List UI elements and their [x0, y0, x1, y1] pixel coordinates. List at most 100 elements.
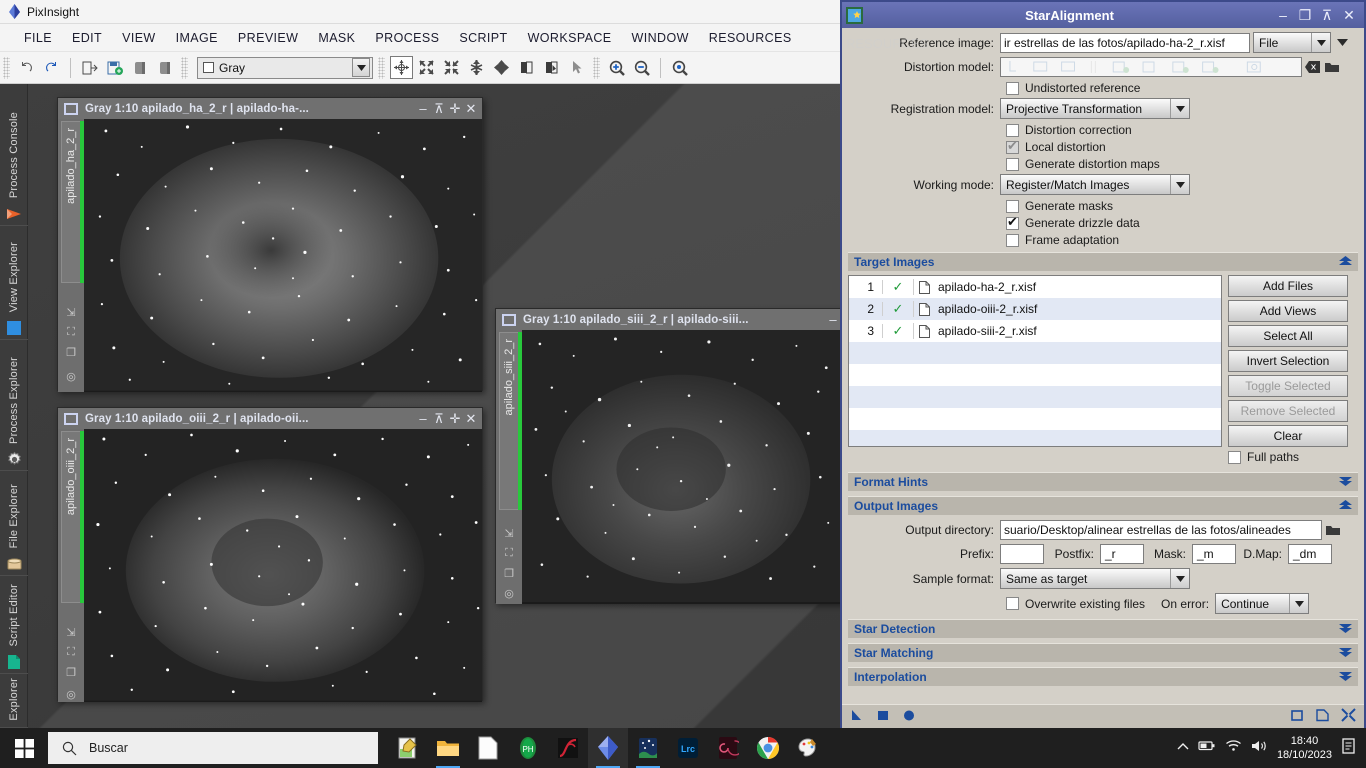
- taskbar-search[interactable]: Buscar: [48, 732, 378, 764]
- section-output-images[interactable]: Output Images: [848, 496, 1358, 515]
- overwrite-existing-files-checkbox[interactable]: [1006, 597, 1019, 610]
- generate-masks-row[interactable]: Generate masks: [1006, 199, 1358, 213]
- apply-triangle-icon[interactable]: [850, 708, 864, 727]
- crop-icon[interactable]: ⇲: [63, 305, 79, 320]
- image-window-ha-titlebar[interactable]: Gray 1:10 apilado_ha_2_r | apilado-ha-..…: [58, 98, 482, 119]
- row-check-icon[interactable]: ✓: [883, 279, 914, 295]
- fit-vertical-icon[interactable]: [465, 56, 488, 79]
- full-paths-checkbox[interactable]: [1228, 450, 1241, 464]
- view-selector[interactable]: Gray: [197, 56, 373, 79]
- browse-documentation-icon[interactable]: [1290, 708, 1304, 727]
- toolbar-grip-2[interactable]: [181, 56, 188, 79]
- collapse-icon[interactable]: [1339, 255, 1352, 269]
- target-icon[interactable]: ◎: [501, 586, 517, 601]
- image-window-siii-titlebar[interactable]: Gray 1:10 apilado_siii_2_r | apilado-sii…: [496, 309, 844, 330]
- sample-format-combo[interactable]: Same as target: [1000, 568, 1190, 589]
- sidebar-item-explorer[interactable]: Explorer: [0, 674, 28, 728]
- sidebar-item-script-editor[interactable]: Script Editor: [0, 576, 28, 675]
- target-icon[interactable]: ◎: [63, 369, 79, 384]
- chevron-down-icon[interactable]: [1289, 594, 1309, 613]
- duplicate-icon[interactable]: ❐: [501, 566, 517, 581]
- notifications-icon[interactable]: [1341, 737, 1358, 760]
- chevron-down-icon[interactable]: [1311, 33, 1330, 52]
- menu-file[interactable]: FILE: [14, 27, 62, 49]
- menu-window[interactable]: WINDOW: [622, 27, 699, 49]
- generate-masks-checkbox[interactable]: [1006, 199, 1019, 213]
- add-views-button[interactable]: Add Views: [1228, 300, 1348, 322]
- zoom-collapse-icon[interactable]: [440, 56, 463, 79]
- frame-icon[interactable]: ⛶: [501, 546, 517, 561]
- menu-preview[interactable]: PREVIEW: [228, 27, 308, 49]
- undistorted-reference-row[interactable]: Undistorted reference: [1006, 81, 1358, 95]
- reset-icon[interactable]: [1316, 708, 1329, 727]
- table-row[interactable]: 3 ✓ apilado-siii-2_r.xisf: [849, 320, 1221, 342]
- reference-image-mode-combo[interactable]: File: [1253, 32, 1331, 53]
- taskbar-photo-tool-icon[interactable]: PH: [508, 728, 548, 768]
- menu-mask[interactable]: MASK: [308, 27, 365, 49]
- section-star-matching[interactable]: Star Matching: [848, 643, 1358, 662]
- prefix-input[interactable]: [1000, 544, 1044, 564]
- chevron-down-icon[interactable]: [1170, 569, 1189, 588]
- minimize-button[interactable]: –: [415, 101, 431, 117]
- frame-icon[interactable]: ⛶: [63, 645, 79, 660]
- image-window-ha[interactable]: Gray 1:10 apilado_ha_2_r | apilado-ha-..…: [57, 97, 483, 392]
- generate-drizzle-data-checkbox[interactable]: [1006, 214, 1019, 230]
- sidebar-item-view-explorer[interactable]: View Explorer: [0, 226, 28, 340]
- distortion-correction-checkbox[interactable]: [1006, 123, 1019, 137]
- pointer-icon[interactable]: [565, 56, 588, 79]
- battery-icon[interactable]: [1198, 739, 1216, 757]
- wifi-icon[interactable]: [1225, 739, 1242, 757]
- sidebar-item-process-explorer[interactable]: Process Explorer: [0, 340, 28, 472]
- section-interpolation[interactable]: Interpolation: [848, 667, 1358, 686]
- image-window-oiii-tab[interactable]: apilado_oiii_2_r: [61, 431, 81, 603]
- menu-workspace[interactable]: WORKSPACE: [518, 27, 622, 49]
- browse-output-directory-icon[interactable]: [1322, 524, 1344, 536]
- sidebar-item-process-console[interactable]: Process Console: [0, 84, 28, 227]
- save-as-image-icon[interactable]: [153, 56, 176, 79]
- zoom-fit-icon[interactable]: [415, 56, 438, 79]
- dialog-close-button[interactable]: ✕: [1338, 5, 1360, 25]
- mask-toggle-icon[interactable]: [515, 56, 538, 79]
- chevron-down-icon[interactable]: [1170, 99, 1189, 118]
- clear-distortion-model-icon[interactable]: [1302, 61, 1322, 73]
- show-hidden-icons-icon[interactable]: [1177, 739, 1189, 757]
- taskbar-paint-icon[interactable]: [788, 728, 828, 768]
- working-mode-combo[interactable]: Register/Match Images: [1000, 174, 1190, 195]
- target-icon[interactable]: ◎: [63, 687, 79, 702]
- distortion-correction-row[interactable]: Distortion correction: [1006, 123, 1358, 137]
- maximize-button[interactable]: ✛: [447, 411, 463, 427]
- open-image-icon[interactable]: [103, 56, 126, 79]
- crop-icon[interactable]: ⇲: [63, 625, 79, 640]
- generate-drizzle-data-row[interactable]: Generate drizzle data: [1006, 214, 1358, 230]
- apply-global-square-icon[interactable]: [876, 708, 890, 727]
- table-row[interactable]: 1 ✓ apilado-ha-2_r.xisf: [849, 276, 1221, 298]
- local-distortion-checkbox[interactable]: [1006, 138, 1019, 154]
- menu-view[interactable]: VIEW: [112, 27, 166, 49]
- taskbar-file-explorer-icon[interactable]: [428, 728, 468, 768]
- menu-process[interactable]: PROCESS: [365, 27, 449, 49]
- taskbar-spiral-app-icon[interactable]: [708, 728, 748, 768]
- expand-icon[interactable]: [1339, 623, 1352, 636]
- readout-crosshair-icon[interactable]: [390, 56, 413, 79]
- pan-icon[interactable]: [490, 56, 513, 79]
- add-files-button[interactable]: Add Files: [1228, 275, 1348, 297]
- undistorted-reference-checkbox[interactable]: [1006, 81, 1019, 95]
- dialog-restore-button[interactable]: ❐: [1294, 5, 1316, 25]
- star-alignment-dialog[interactable]: StarAlignment – ❐ ⊼ ✕ RESOURCES Referenc…: [840, 0, 1366, 730]
- menu-resources[interactable]: RESOURCES: [699, 27, 802, 49]
- dialog-titlebar[interactable]: StarAlignment – ❐ ⊼ ✕: [842, 2, 1364, 28]
- image-window-ha-canvas[interactable]: [83, 119, 482, 392]
- chevron-down-icon[interactable]: [1170, 175, 1189, 194]
- clear-button[interactable]: Clear: [1228, 425, 1348, 447]
- dialog-rollup-button[interactable]: ⊼: [1316, 5, 1338, 25]
- local-distortion-row[interactable]: Local distortion: [1006, 138, 1358, 154]
- taskbar-pixinsight-icon[interactable]: [588, 728, 628, 768]
- taskbar-lightroom-classic-icon[interactable]: Lrc: [668, 728, 708, 768]
- taskbar-night-sky-app-icon[interactable]: [628, 728, 668, 768]
- menu-edit[interactable]: EDIT: [62, 27, 112, 49]
- close-button[interactable]: ✕: [463, 101, 479, 117]
- maximize-button[interactable]: ✛: [447, 101, 463, 117]
- generate-distortion-maps-row[interactable]: Generate distortion maps: [1006, 157, 1358, 171]
- new-image-icon[interactable]: [78, 56, 101, 79]
- roll-up-button[interactable]: ⊼: [431, 411, 447, 427]
